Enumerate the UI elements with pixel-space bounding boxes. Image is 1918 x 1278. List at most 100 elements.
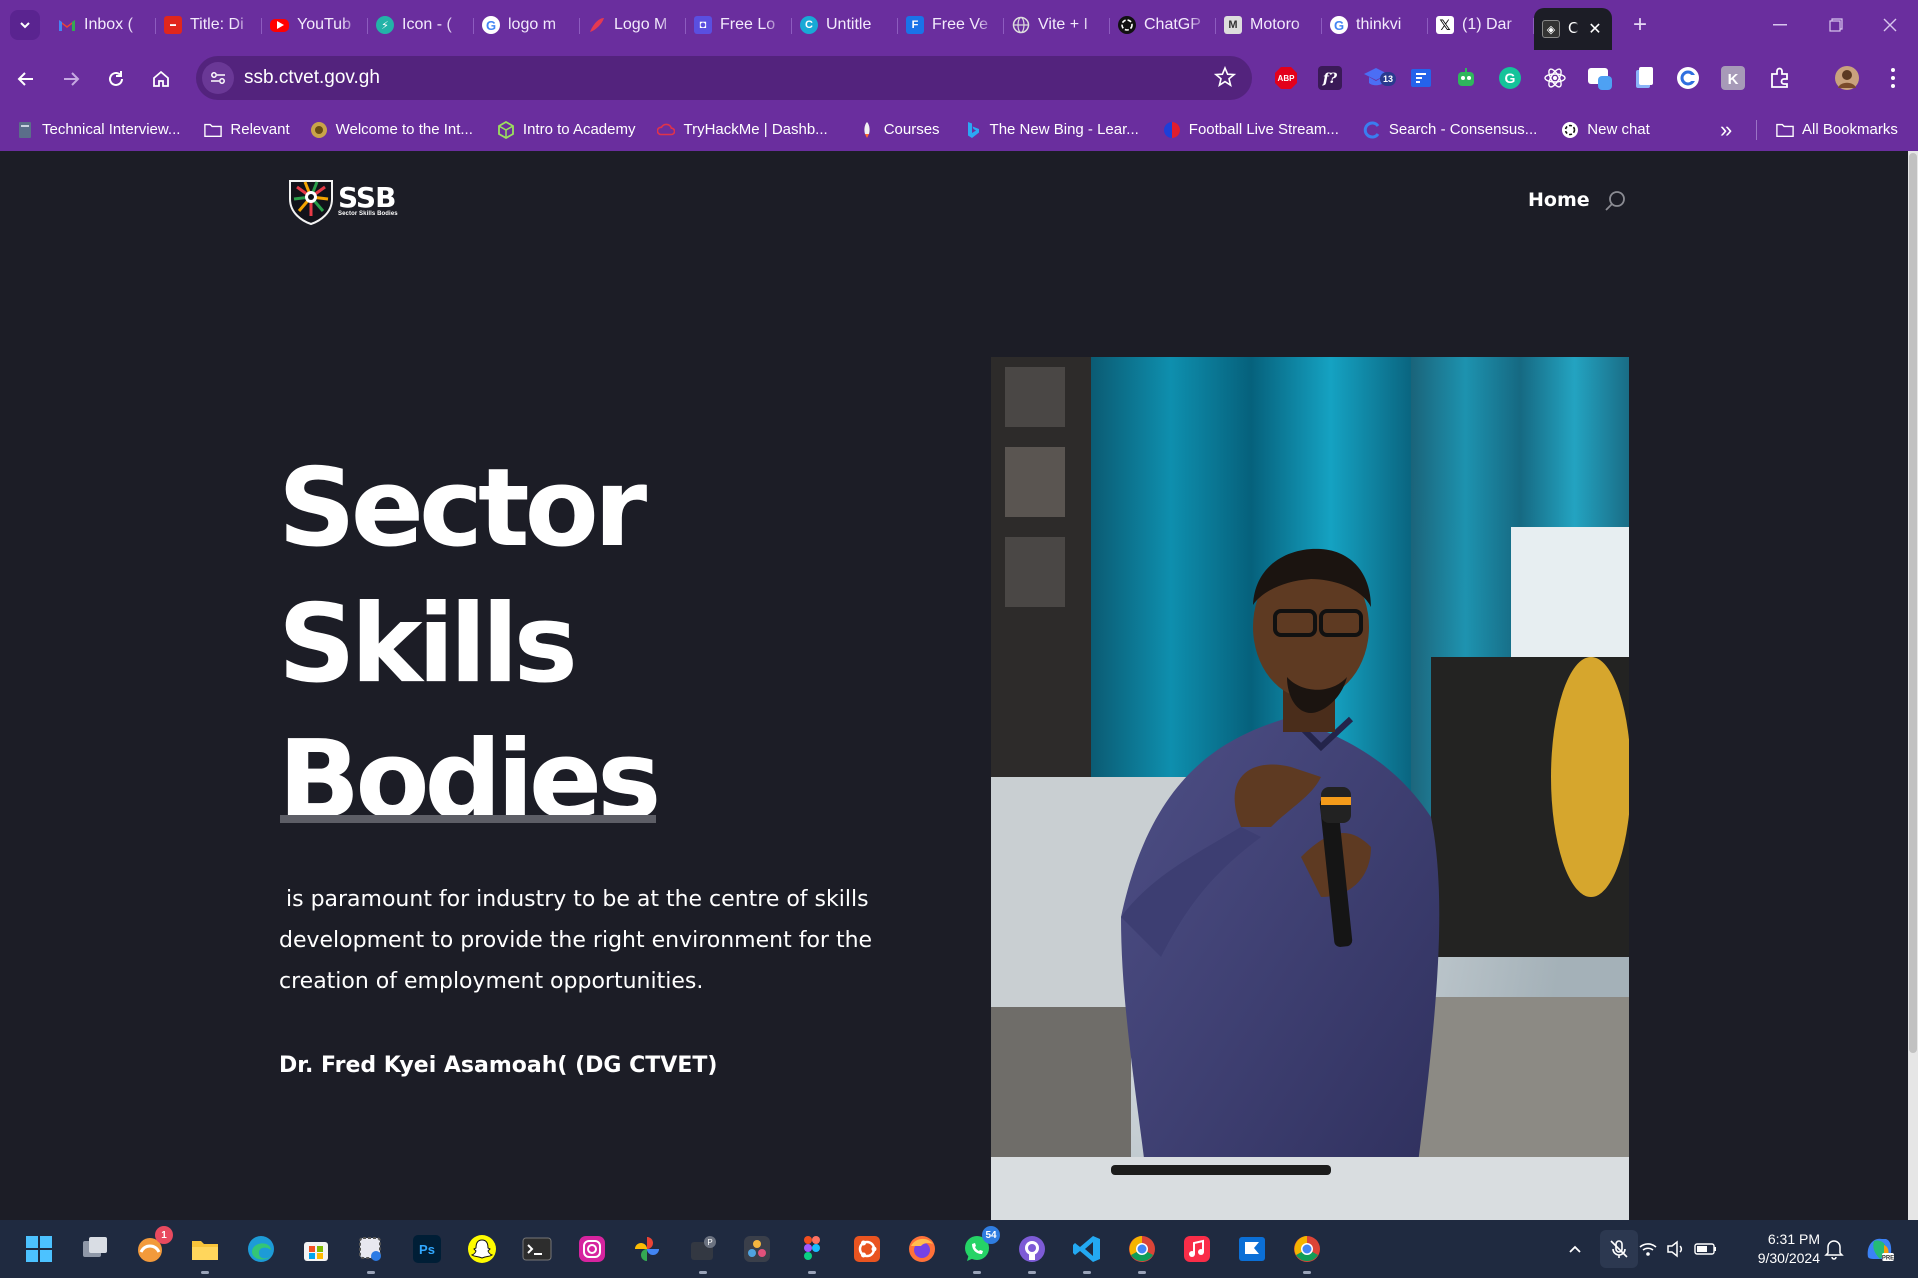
taskbar-clock[interactable]: 6:31 PM 9/30/2024 [1740, 1230, 1820, 1268]
tab-motorola[interactable]: M Motoro [1216, 8, 1322, 42]
profile-avatar[interactable] [1831, 62, 1863, 94]
taskbar-file-explorer[interactable] [186, 1230, 224, 1274]
taskbar-instagram[interactable] [573, 1230, 611, 1268]
taskbar-photos[interactable] [628, 1230, 666, 1268]
url-text[interactable]: ssb.ctvet.gov.gh [244, 67, 380, 89]
tab-logo-maker[interactable]: Logo M [580, 8, 686, 42]
hero-description: is paramount for industry to be at the c… [279, 887, 880, 994]
bookmark-intro-academy[interactable]: Intro to Academy [491, 116, 642, 144]
bookmark-football[interactable]: Football Live Stream... [1157, 116, 1345, 144]
bookmark-courses[interactable]: Courses [852, 116, 946, 144]
tray-wifi[interactable] [1636, 1230, 1660, 1268]
taskbar-snipping-tool[interactable] [352, 1230, 390, 1274]
taskbar-vscode[interactable] [1068, 1230, 1106, 1274]
taskbar-music[interactable] [1178, 1230, 1216, 1268]
tray-notifications[interactable] [1818, 1230, 1850, 1268]
taskbar-power-automate[interactable] [1233, 1230, 1271, 1268]
reload-button[interactable] [98, 61, 134, 97]
home-button[interactable] [143, 61, 179, 97]
taskbar-app-profile[interactable]: P [684, 1230, 722, 1274]
react-devtools-icon[interactable] [1539, 62, 1571, 94]
tab-free-vector[interactable]: F Free Ve [898, 8, 1004, 42]
taskbar-firefox[interactable] [903, 1230, 941, 1268]
github-icon [1019, 1236, 1045, 1262]
bookmark-technical-interview[interactable]: Technical Interview... [10, 116, 186, 144]
taskbar-app-whiteboard[interactable]: 1 [131, 1226, 173, 1268]
taskbar-ubuntu[interactable] [848, 1230, 886, 1268]
close-tab-icon[interactable]: ✕ [1586, 20, 1604, 38]
formula-extension-icon[interactable]: f? [1314, 62, 1346, 94]
bookmark-star-icon[interactable] [1214, 66, 1236, 88]
task-view-button[interactable] [76, 1230, 114, 1268]
bookmark-bing[interactable]: The New Bing - Lear... [958, 116, 1145, 144]
taskbar-chrome-1[interactable] [1123, 1230, 1161, 1274]
taskbar-davinci[interactable] [738, 1230, 776, 1268]
document-extension-icon[interactable] [1628, 62, 1660, 94]
adblock-plus-icon[interactable]: ABP [1270, 62, 1302, 94]
tray-copilot[interactable]: PRE [1860, 1230, 1898, 1268]
tab-search-button[interactable] [10, 10, 40, 40]
davinci-resolve-icon [744, 1236, 770, 1262]
address-bar[interactable]: ssb.ctvet.gov.gh [196, 56, 1252, 100]
green-robot-extension-icon[interactable] [1450, 62, 1482, 94]
taskbar-chrome-2[interactable] [1288, 1230, 1326, 1274]
search-button[interactable] [1603, 189, 1627, 218]
page-scrollbar[interactable] [1908, 151, 1918, 1220]
graduation-cap-extension-icon[interactable]: 13 [1360, 62, 1396, 94]
taskbar-snapchat[interactable] [463, 1230, 501, 1268]
tab-gmail[interactable]: Inbox ( [50, 8, 156, 42]
tray-mic-muted[interactable] [1600, 1230, 1638, 1268]
tab-chatgpt[interactable]: ChatGP [1110, 8, 1216, 42]
nav-home-link[interactable]: Home [1528, 189, 1590, 211]
battery-charging-icon [1694, 1243, 1716, 1255]
all-bookmarks-button[interactable]: All Bookmarks [1770, 116, 1904, 144]
tab-youtube[interactable]: YouTub [262, 8, 368, 42]
grammarly-icon[interactable]: G [1494, 62, 1526, 94]
tray-overflow-button[interactable] [1556, 1230, 1594, 1268]
bookmark-welcome[interactable]: Welcome to the Int... [304, 116, 479, 144]
taskbar-figma[interactable] [793, 1230, 831, 1274]
minimize-icon[interactable] [1752, 0, 1808, 50]
snapchat-icon [468, 1235, 496, 1263]
taskbar-github[interactable] [1013, 1230, 1051, 1274]
site-info-icon[interactable] [202, 62, 234, 94]
logo-subtitle: Sector Skills Bodies [338, 211, 398, 217]
screen-extension-icon[interactable] [1405, 62, 1437, 94]
taskbar-photoshop[interactable]: Ps [408, 1230, 446, 1268]
taskbar-edge[interactable] [242, 1230, 280, 1268]
close-window-icon[interactable] [1862, 0, 1918, 50]
tab-untitled[interactable]: C Untitle [792, 8, 898, 42]
tab-icon[interactable]: ⚡ Icon - ( [368, 8, 474, 42]
extensions-puzzle-icon[interactable] [1764, 62, 1796, 94]
tab-title[interactable]: ▬ Title: Di [156, 8, 262, 42]
tab-logo-search[interactable]: G logo m [474, 8, 580, 42]
emblem-icon [310, 121, 328, 139]
bookmarks-overflow-button[interactable]: » [1714, 116, 1738, 144]
new-tab-button[interactable]: + [1626, 11, 1654, 39]
tab-free-logo[interactable]: ◘ Free Lo [686, 8, 792, 42]
bookmark-folder-relevant[interactable]: Relevant [198, 116, 295, 144]
taskbar-whatsapp[interactable]: 54 [958, 1226, 1000, 1274]
tab-vite[interactable]: Vite + I [1004, 8, 1110, 42]
screenshot-extension-icon[interactable] [1584, 62, 1616, 94]
k-extension-icon[interactable]: K [1717, 62, 1749, 94]
taskbar-terminal[interactable] [518, 1230, 556, 1268]
tray-battery[interactable] [1692, 1230, 1720, 1268]
bookmark-tryhackme[interactable]: TryHackMe | Dashb... [651, 116, 833, 144]
kebab-menu-icon[interactable] [1877, 62, 1909, 94]
notification-badge: 1 [155, 1226, 173, 1244]
taskbar-store[interactable] [297, 1230, 335, 1268]
forward-button[interactable] [53, 61, 89, 97]
start-button[interactable] [20, 1230, 58, 1268]
back-button[interactable] [8, 61, 44, 97]
c-circle-extension-icon[interactable] [1672, 62, 1704, 94]
tray-volume[interactable] [1664, 1230, 1688, 1268]
restore-icon[interactable] [1808, 0, 1864, 50]
bookmark-new-chat[interactable]: New chat [1555, 116, 1656, 144]
tab-x[interactable]: 𝕏 (1) Dar [1428, 8, 1534, 42]
tab-ctvet-active[interactable]: ◈ CT ✕ [1534, 8, 1612, 50]
tab-thinkvision[interactable]: G thinkvi [1322, 8, 1428, 42]
bookmark-consensus[interactable]: Search - Consensus... [1357, 116, 1543, 144]
scrollbar-thumb[interactable] [1909, 153, 1917, 1053]
site-logo[interactable]: SSB Sector Skills Bodies [288, 177, 398, 225]
